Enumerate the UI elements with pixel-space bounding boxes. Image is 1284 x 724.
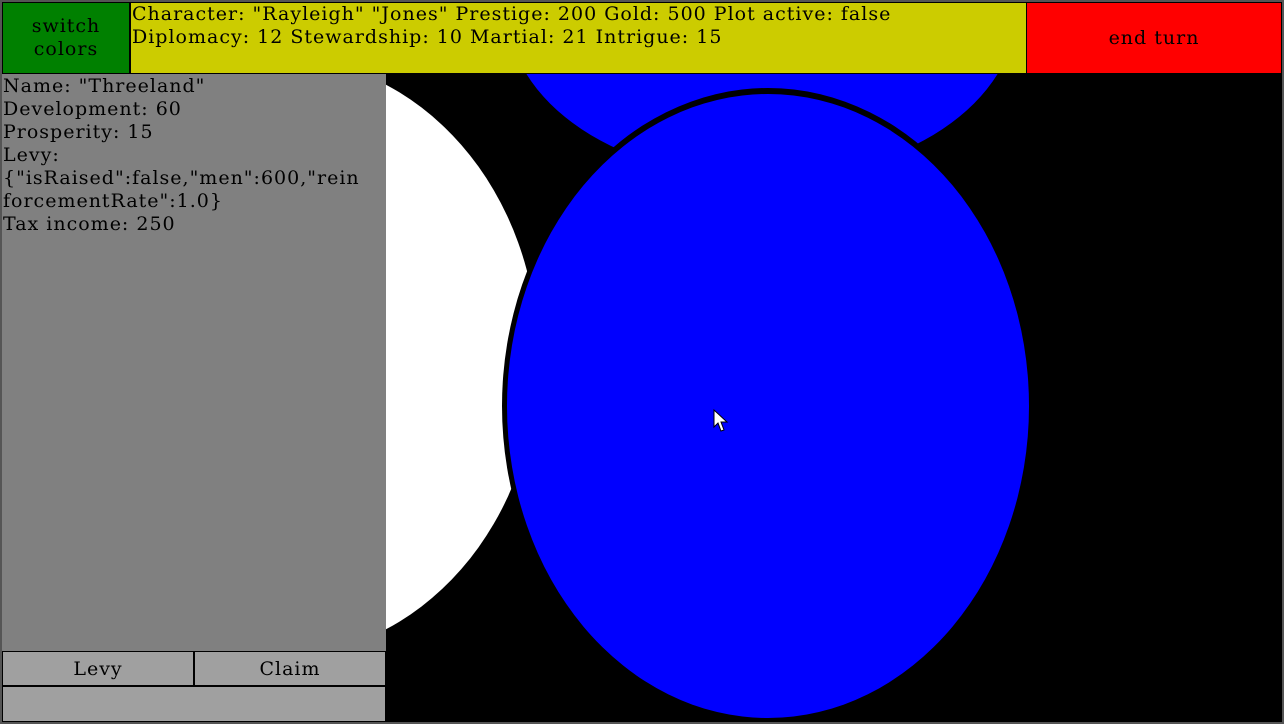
map-viewport[interactable] <box>386 74 1282 722</box>
province-levy-json-1: {"isRaised":false,"men":600,"rein <box>3 167 360 189</box>
switch-colors-button[interactable]: switch colors <box>2 2 130 74</box>
end-turn-button[interactable]: end turn <box>1026 2 1282 74</box>
province-tax-income: Tax income: 250 <box>3 213 176 235</box>
end-turn-label: end turn <box>1108 27 1200 49</box>
character-info-line: Character: "Rayleigh" "Jones" Prestige: … <box>132 3 892 25</box>
levy-button[interactable]: Levy <box>2 651 194 686</box>
switch-colors-label-1: switch <box>31 15 101 37</box>
empty-action-slot <box>2 686 386 722</box>
province-info-panel: Name: "Threeland" Development: 60 Prospe… <box>2 74 386 651</box>
blue-province[interactable] <box>507 94 1029 718</box>
map-canvas[interactable] <box>386 74 1282 722</box>
switch-colors-label-2: colors <box>33 38 99 60</box>
province-levy-json-2: forcementRate":1.0} <box>3 190 223 212</box>
province-name: Name: "Threeland" <box>3 75 206 97</box>
province-prosperity: Prosperity: 15 <box>3 121 154 143</box>
levy-button-label: Levy <box>73 657 123 680</box>
character-skills-line: Diplomacy: 12 Stewardship: 10 Martial: 2… <box>132 26 723 48</box>
claim-button-label: Claim <box>259 657 321 680</box>
character-status-bar: Character: "Rayleigh" "Jones" Prestige: … <box>130 2 1027 74</box>
province-levy-label: Levy: <box>3 144 60 166</box>
claim-button[interactable]: Claim <box>194 651 386 686</box>
province-development: Development: 60 <box>3 98 182 120</box>
